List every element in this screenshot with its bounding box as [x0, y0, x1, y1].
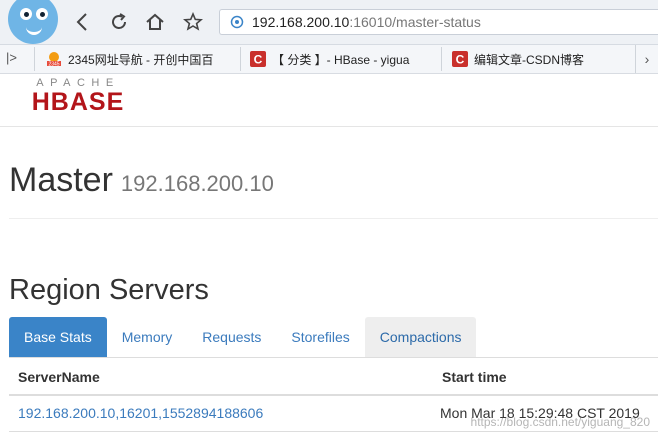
tab-base-stats[interactable]: Base Stats: [9, 317, 107, 357]
watermark-text: https://blog.csdn.net/yiguang_820: [470, 415, 650, 429]
chevron-right-icon: ›: [644, 51, 650, 67]
tabs-divider: [9, 357, 658, 358]
url-path: :16010/master-status: [349, 14, 481, 30]
reload-icon: [112, 13, 126, 29]
url-host: 192.168.200.10: [252, 14, 350, 30]
star-icon: [183, 12, 203, 31]
bookmark-label: 【 分类 】- HBase - yigua: [272, 52, 410, 67]
bookmark-label: 编辑文章-CSDN博客: [474, 52, 584, 67]
avatar-mouth: [26, 24, 42, 35]
bookmark-2345[interactable]: 2345 2345网址导航 - 开创中国百: [46, 45, 221, 73]
browser-avatar-icon[interactable]: [8, 0, 58, 44]
url-text[interactable]: 192.168.200.10:16010/master-status: [252, 14, 481, 30]
csdn-c-icon: C: [452, 51, 468, 67]
table-header-divider: [9, 394, 658, 396]
tab-compactions[interactable]: Compactions: [364, 317, 477, 357]
column-header-servername[interactable]: ServerName: [18, 369, 100, 385]
page-title-text: Master: [9, 161, 113, 199]
bookmark-csdn-edit[interactable]: C 编辑文章-CSDN博客: [452, 45, 622, 73]
svg-text:C: C: [456, 53, 465, 67]
tab-storefiles[interactable]: Storefiles: [276, 317, 364, 357]
reload-button[interactable]: [108, 11, 130, 33]
svg-text:2345: 2345: [48, 61, 59, 67]
bookmarks-overflow-button[interactable]: ›: [635, 45, 658, 73]
address-bar[interactable]: 192.168.200.10:16010/master-status: [219, 9, 658, 35]
2345-icon: 2345: [46, 51, 62, 67]
region-servers-heading: Region Servers: [9, 274, 209, 306]
bookmark-separator: [441, 47, 442, 71]
sidebar-toggle-button[interactable]: |>: [6, 50, 17, 65]
browser-toolbar: 192.168.200.10:16010/master-status: [0, 0, 658, 45]
bookmark-hbase-category[interactable]: C 【 分类 】- HBase - yigua: [250, 45, 420, 73]
logo-hbase-text: HBASE: [32, 88, 125, 112]
avatar-eye-left: [20, 8, 32, 20]
server-name-link[interactable]: 192.168.200.10,16201,1552894188606: [18, 405, 263, 421]
column-header-start-time[interactable]: Start time: [442, 369, 507, 385]
title-divider: [9, 218, 658, 219]
table-row-divider: [9, 431, 658, 432]
back-arrow-icon: [76, 13, 87, 31]
site-info-icon[interactable]: [230, 15, 244, 34]
home-button[interactable]: [144, 11, 166, 33]
avatar-eye-right: [36, 8, 48, 20]
page-title: Master 192.168.200.10: [9, 160, 274, 204]
tab-requests[interactable]: Requests: [187, 317, 276, 357]
region-servers-tabs: Base Stats Memory Requests Storefiles Co…: [9, 317, 477, 357]
back-button[interactable]: [72, 11, 94, 33]
bookmark-label: 2345网址导航 - 开创中国百: [68, 52, 214, 67]
bookmark-separator: [240, 47, 241, 71]
page-subtitle: 192.168.200.10: [120, 171, 274, 196]
csdn-c-icon: C: [250, 51, 266, 67]
svg-text:C: C: [254, 53, 263, 67]
hbase-logo[interactable]: APACHE HBASE: [10, 76, 146, 112]
bookmarks-bar: |> 2345 2345网址导航 - 开创中国百 C 【 分类 】- HBase…: [0, 45, 658, 74]
bookmark-star-button[interactable]: [182, 11, 204, 33]
bookmark-separator: [34, 47, 35, 71]
header-divider: [0, 126, 658, 127]
tab-memory[interactable]: Memory: [107, 317, 188, 357]
home-icon: [146, 13, 164, 30]
